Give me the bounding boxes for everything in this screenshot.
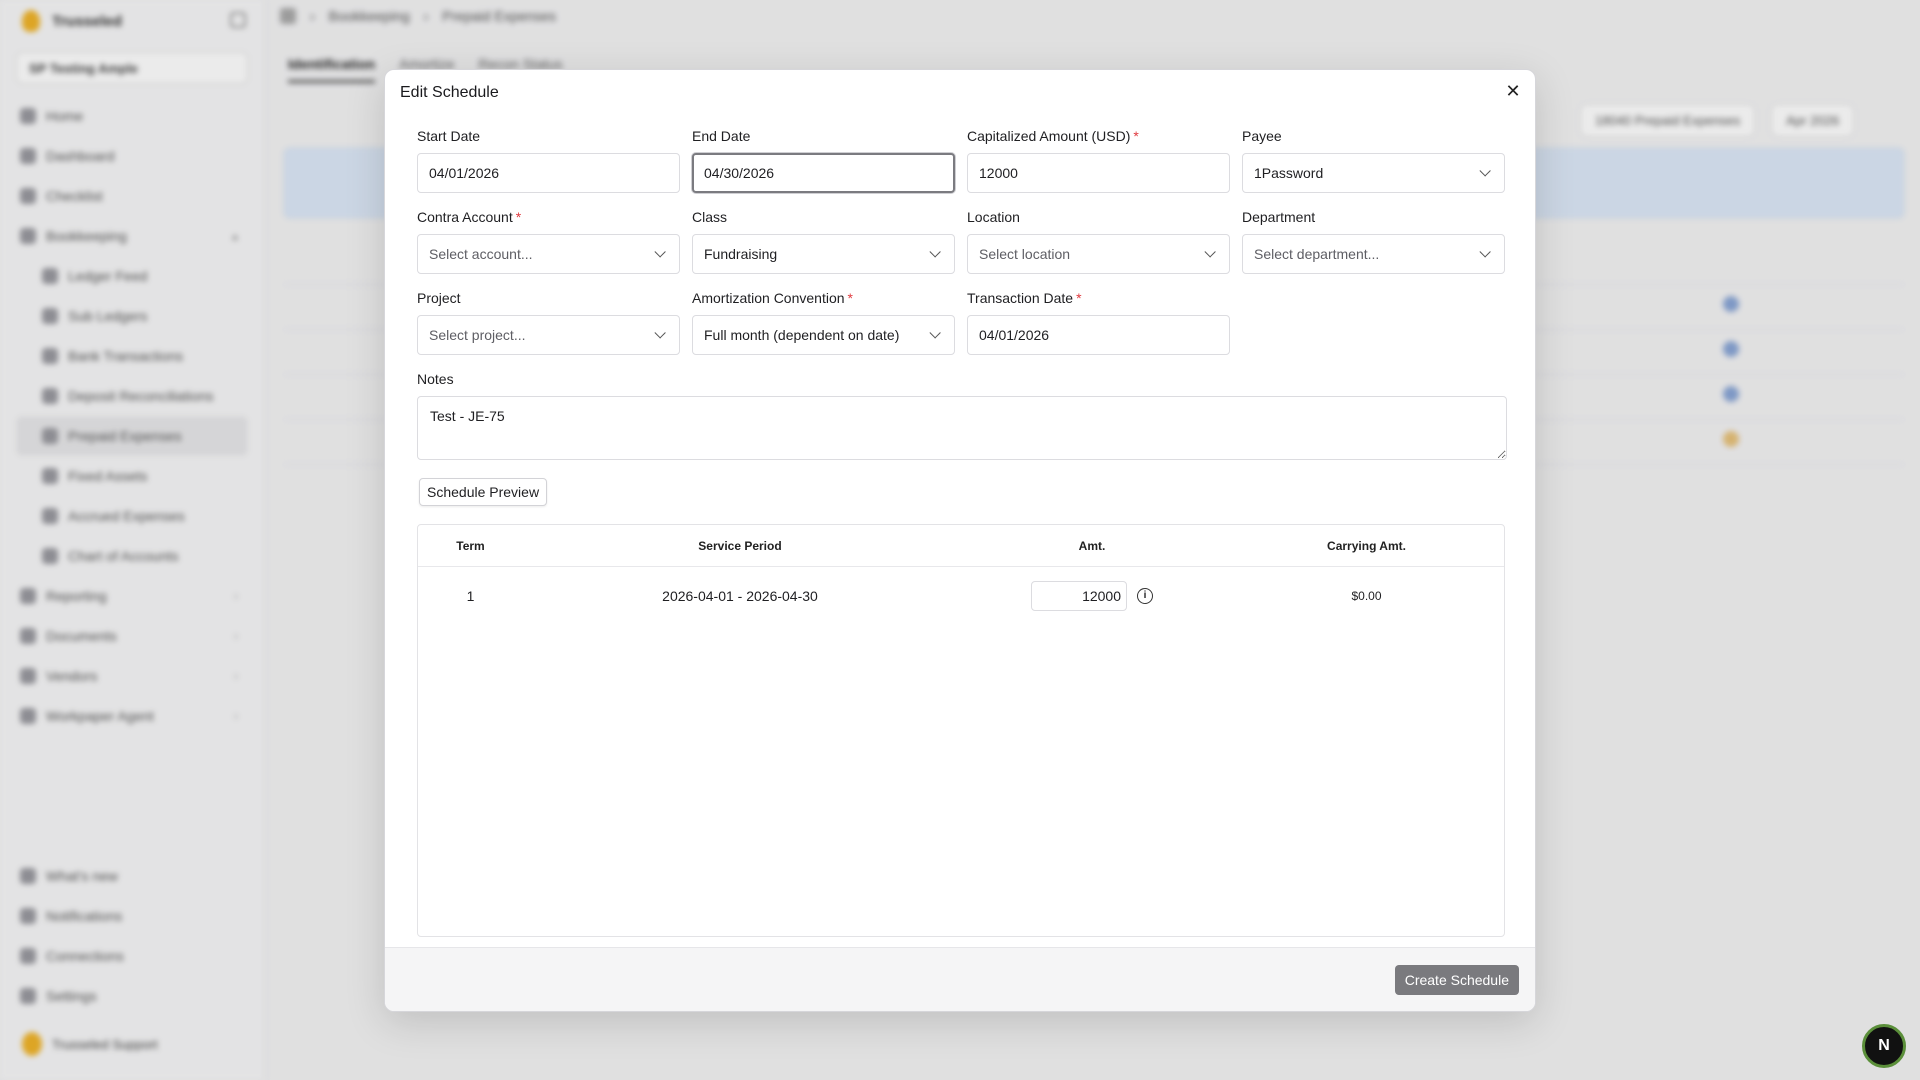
start-date-input[interactable]: 04/01/2026	[417, 153, 680, 193]
chevron-down-icon	[654, 246, 666, 258]
table-header: Term Service Period Amt. Carrying Amt.	[418, 525, 1504, 567]
payee-select[interactable]: 1Password	[1242, 153, 1505, 193]
chevron-down-icon	[654, 327, 666, 339]
contra-account-select[interactable]: Select account...	[417, 234, 680, 274]
close-icon[interactable]: ✕	[1503, 81, 1523, 101]
assistant-launcher-button[interactable]: N	[1862, 1024, 1906, 1068]
project-select[interactable]: Select project...	[417, 315, 680, 355]
service-period-cell: 2026-04-01 - 2026-04-30	[662, 587, 818, 604]
amount-cell: i	[957, 567, 1227, 624]
amortization-convention-select[interactable]: Full month (dependent on date)	[692, 315, 955, 355]
chevron-down-icon	[1479, 246, 1491, 258]
info-icon[interactable]: i	[1137, 587, 1153, 604]
end-date-input[interactable]: 04/30/2026	[692, 153, 955, 193]
transaction-date-field: Transaction Date * 04/01/2026	[967, 290, 1230, 355]
project-field: Project Select project...	[417, 290, 680, 355]
schedule-table: Term Service Period Amt. Carrying Amt. 1…	[417, 524, 1505, 937]
schedule-preview-button[interactable]: Schedule Preview	[419, 478, 548, 506]
capitalized-amount-input[interactable]: 12000	[967, 153, 1230, 193]
contra-account-field: Contra Account * Select account...	[417, 209, 680, 274]
class-select[interactable]: Fundraising	[692, 234, 955, 274]
modal-footer: Create Schedule	[385, 947, 1535, 1011]
chevron-down-icon	[929, 246, 941, 258]
amount-input[interactable]	[1031, 580, 1127, 611]
chevron-down-icon	[1479, 165, 1491, 177]
transaction-date-input[interactable]: 04/01/2026	[967, 315, 1230, 355]
department-select[interactable]: Select department...	[1242, 234, 1505, 274]
location-field: Location Select location	[967, 209, 1230, 274]
notes-textarea[interactable]: Test - JE-75	[417, 396, 1507, 460]
class-field: Class Fundraising	[692, 209, 955, 274]
department-field: Department Select department...	[1242, 209, 1505, 274]
table-row: 1 2026-04-01 - 2026-04-30 i $0.00	[418, 567, 1504, 624]
payee-field: Payee 1Password	[1242, 128, 1505, 193]
location-select[interactable]: Select location	[967, 234, 1230, 274]
chevron-down-icon	[1204, 246, 1216, 258]
column-header-amount: Amt.	[1078, 538, 1106, 553]
column-header-service-period: Service Period	[698, 538, 782, 553]
create-schedule-button[interactable]: Create Schedule	[1394, 965, 1519, 995]
end-date-field: End Date 04/30/2026	[692, 128, 955, 193]
carrying-amount-cell: $0.00	[1351, 588, 1382, 603]
chevron-down-icon	[929, 327, 941, 339]
edit-schedule-modal: Edit Schedule ✕ Start Date 04/01/2026 En…	[384, 69, 1536, 1012]
start-date-field: Start Date 04/01/2026	[417, 128, 680, 193]
amortization-convention-field: Amortization Convention * Full month (dep…	[692, 290, 955, 355]
modal-title: Edit Schedule	[400, 84, 499, 101]
column-header-term: Term	[456, 538, 485, 553]
notes-field: Notes Test - JE-75	[417, 371, 1507, 465]
term-cell: 1	[466, 587, 475, 604]
capitalized-amount-field: Capitalized Amount (USD) * 12000	[967, 128, 1230, 193]
column-header-carrying-amount: Carrying Amt.	[1327, 538, 1406, 553]
